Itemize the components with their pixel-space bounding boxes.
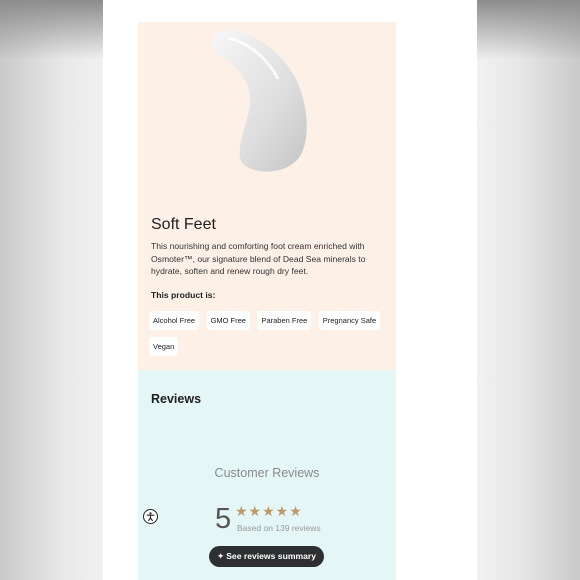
product-info-panel: Soft Feet This nourishing and comforting… [138, 22, 396, 370]
customer-reviews-label: Customer Reviews [214, 466, 320, 480]
chip-gmo-free: GMO Free [206, 311, 250, 330]
left-backdrop [0, 0, 103, 580]
star-rating: ★★★★★ [235, 503, 303, 519]
attributes-heading: This product is: [151, 290, 216, 300]
reviews-heading: Reviews [151, 392, 202, 406]
product-description: This nourishing and comforting foot crea… [151, 241, 366, 277]
summary-button-label: See reviews summary [226, 551, 317, 561]
accessibility-icon [146, 512, 155, 522]
attribute-chips: Alcohol Free GMO Free Paraben Free Pregn… [149, 310, 389, 362]
product-page: Soft Feet This nourishing and comforting… [103, 0, 477, 580]
chip-paraben-free: Paraben Free [257, 311, 312, 330]
chip-alcohol-free: Alcohol Free [149, 311, 200, 330]
chip-vegan: Vegan [149, 337, 179, 356]
chip-pregnancy-safe: Pregnancy Safe [318, 311, 381, 330]
reviews-panel: Reviews Customer Reviews 5 ★★★★★ Based o… [138, 370, 396, 580]
accessibility-button[interactable] [143, 509, 158, 524]
sparkle-icon: ✦ [216, 551, 225, 561]
right-backdrop [477, 0, 580, 580]
product-title: Soft Feet [151, 216, 216, 233]
review-count: Based on 139 reviews [237, 523, 321, 533]
cream-swatch-image [212, 30, 307, 172]
rating-score: 5 [215, 503, 232, 535]
see-reviews-summary-button[interactable]: ✦ See reviews summary [209, 546, 324, 567]
